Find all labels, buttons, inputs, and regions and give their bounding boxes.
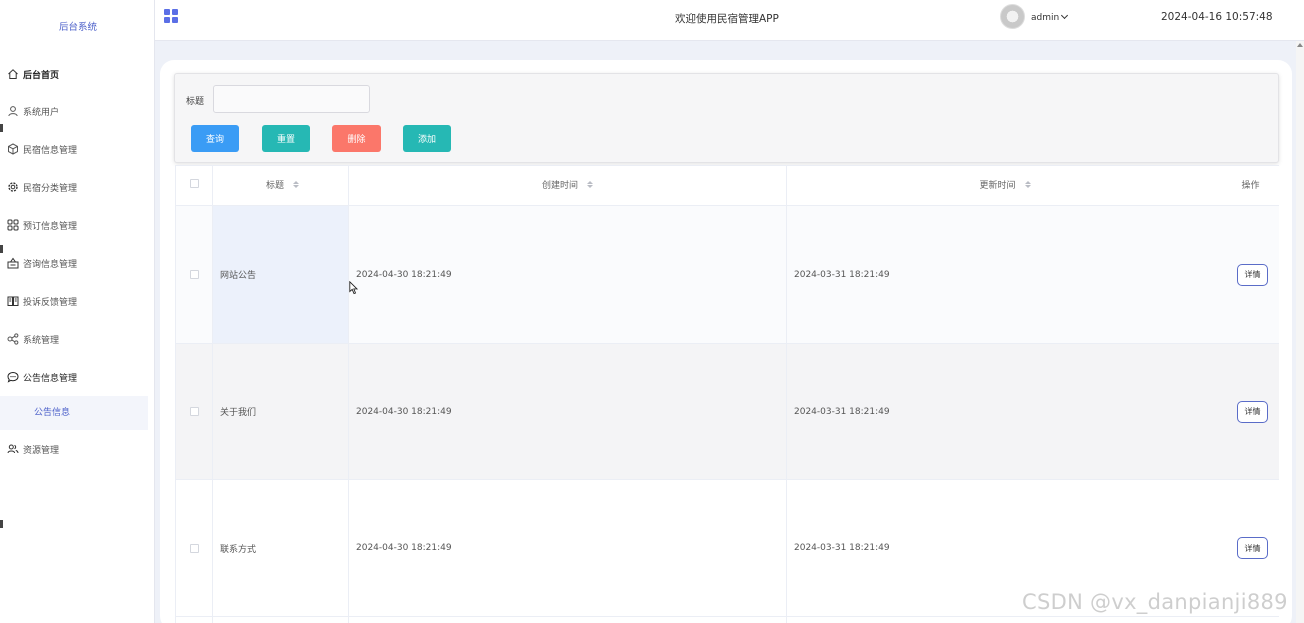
sidebar-item-label: 系统管理 [23, 335, 60, 346]
edge-artifact [0, 245, 3, 253]
row-created: 2024-04-30 18:21:49 [349, 344, 787, 479]
row-created: 2024-04-30 18:21:49 [349, 480, 787, 616]
header-select-all [176, 166, 213, 206]
brand-title: 后台系统 [58, 22, 97, 33]
cube-icon [6, 143, 19, 156]
datetime: 2024-04-16 10:57:48 [1161, 11, 1273, 23]
sidebar-item-label: 公告信息管理 [23, 373, 78, 384]
sidebar-item-label: 投诉反馈管理 [23, 297, 78, 308]
header-updated[interactable]: 更新时间 [787, 166, 1223, 206]
row-title: 关于我们 [213, 344, 349, 479]
table-row [176, 617, 1279, 623]
row-updated: 2024-03-31 18:21:49 [794, 269, 890, 280]
home-icon [6, 68, 19, 81]
users-icon [6, 443, 19, 456]
table-row[interactable]: 网站公告 2024-04-30 18:21:49 2024-03-31 18:2… [176, 206, 1279, 344]
sidebar-item-resources[interactable]: 资源管理 [0, 430, 154, 468]
sidebar-item-announcement[interactable]: 公告信息管理 [0, 358, 154, 396]
sidebar-item-consult[interactable]: 咨询信息管理 [0, 244, 154, 282]
sidebar-item-label: 系统用户 [23, 107, 60, 118]
sidebar-menu: 后台首页 系统用户 民宿信息管理 民宿分类管理 预订信息管理 咨询信息管理 投诉… [0, 56, 154, 468]
header-actions: 操作 [1241, 181, 1260, 191]
header-title[interactable]: 标题 [213, 166, 349, 206]
edge-artifact [0, 520, 3, 528]
sidebar-item-label: 民宿信息管理 [23, 145, 78, 156]
table-row[interactable]: 关于我们 2024-04-30 18:21:49 2024-03-31 18:2… [176, 344, 1279, 480]
reset-button[interactable]: 重置 [262, 125, 310, 152]
row-select-cell [176, 480, 213, 616]
row-created: 2024-04-30 18:21:49 [349, 206, 787, 343]
sidebar-subitem-announcement-info[interactable]: 公告信息 [0, 396, 148, 430]
chat-icon [6, 371, 19, 384]
edge-artifact [0, 124, 3, 132]
row-select-cell [176, 206, 213, 343]
sidebar-item-label: 预订信息管理 [23, 221, 78, 232]
sidebar-item-homestay-info[interactable]: 民宿信息管理 [0, 130, 154, 168]
row-select-cell [176, 344, 213, 479]
header-updated-label: 更新时间 [979, 181, 1016, 191]
watermark: CSDN @vx_danpianji889 [1022, 590, 1288, 614]
username: admin [1031, 13, 1060, 23]
book-icon [6, 295, 19, 308]
grid-icon [6, 219, 19, 232]
scroll-up-icon[interactable] [1297, 43, 1303, 47]
row-select-cell [176, 617, 213, 623]
sort-icon[interactable] [293, 180, 299, 189]
row-title: 联系方式 [213, 480, 349, 616]
row-updated: 2024-03-31 18:21:49 [794, 406, 890, 417]
header-created-label: 创建时间 [541, 181, 578, 191]
header-created[interactable]: 创建时间 [349, 166, 787, 206]
search-panel: 标题 查询 重置 删除 添加 [174, 73, 1279, 163]
detail-button[interactable]: 详情 [1237, 263, 1268, 286]
sort-icon[interactable] [1024, 180, 1031, 189]
sidebar-item-booking[interactable]: 预订信息管理 [0, 206, 154, 244]
row-checkbox[interactable] [189, 543, 199, 553]
avatar[interactable] [1000, 4, 1025, 29]
detail-button[interactable]: 详情 [1237, 400, 1268, 423]
gear-icon [6, 181, 19, 194]
sidebar-item-home[interactable]: 后台首页 [0, 56, 154, 92]
row-checkbox[interactable] [189, 407, 199, 416]
user-icon [6, 105, 19, 118]
user-menu[interactable]: admin [1031, 11, 1069, 23]
row-created [349, 617, 787, 623]
delete-button[interactable]: 删除 [332, 125, 381, 152]
detail-button[interactable]: 详情 [1237, 537, 1268, 559]
sort-icon[interactable] [587, 180, 593, 189]
sidebar-item-label: 资源管理 [23, 445, 60, 456]
row-updated [787, 617, 1278, 623]
page-scrollbar[interactable] [1296, 41, 1304, 623]
add-button[interactable]: 添加 [403, 125, 451, 152]
sidebar-item-label: 民宿分类管理 [23, 183, 78, 194]
row-title: 网站公告 [213, 206, 349, 343]
welcome-text: 欢迎使用民宿管理APP [675, 13, 779, 25]
search-label: 标题 [186, 97, 205, 107]
chevron-down-icon [1061, 11, 1069, 20]
share-icon [6, 333, 19, 346]
sidebar: 后台系统 后台首页 系统用户 民宿信息管理 民宿分类管理 预订信息管理 咨询信息… [0, 0, 155, 623]
sidebar-item-system-users[interactable]: 系统用户 [0, 92, 154, 130]
title-search-input[interactable] [213, 85, 370, 113]
row-checkbox[interactable] [189, 270, 199, 279]
sidebar-item-system[interactable]: 系统管理 [0, 320, 154, 358]
topbar: 欢迎使用民宿管理APP admin 2024-04-16 10:57:48 [155, 0, 1304, 41]
sidebar-item-label: 咨询信息管理 [23, 259, 78, 270]
sidebar-item-complaint[interactable]: 投诉反馈管理 [0, 282, 154, 320]
sidebar-item-label: 后台首页 [23, 70, 60, 81]
select-all-checkbox[interactable] [189, 179, 199, 188]
row-title [213, 617, 349, 623]
table-header: 标题 创建时间 更新时间 操作 [176, 165, 1279, 206]
header-title-label: 标题 [265, 181, 284, 191]
query-button[interactable]: 查询 [191, 125, 239, 152]
data-table: 标题 创建时间 更新时间 操作 网站公告 2024-04-30 18:21:49… [175, 165, 1279, 623]
inbox-icon [6, 257, 19, 270]
apps-grid-icon[interactable] [164, 9, 178, 23]
sidebar-item-homestay-category[interactable]: 民宿分类管理 [0, 168, 154, 206]
